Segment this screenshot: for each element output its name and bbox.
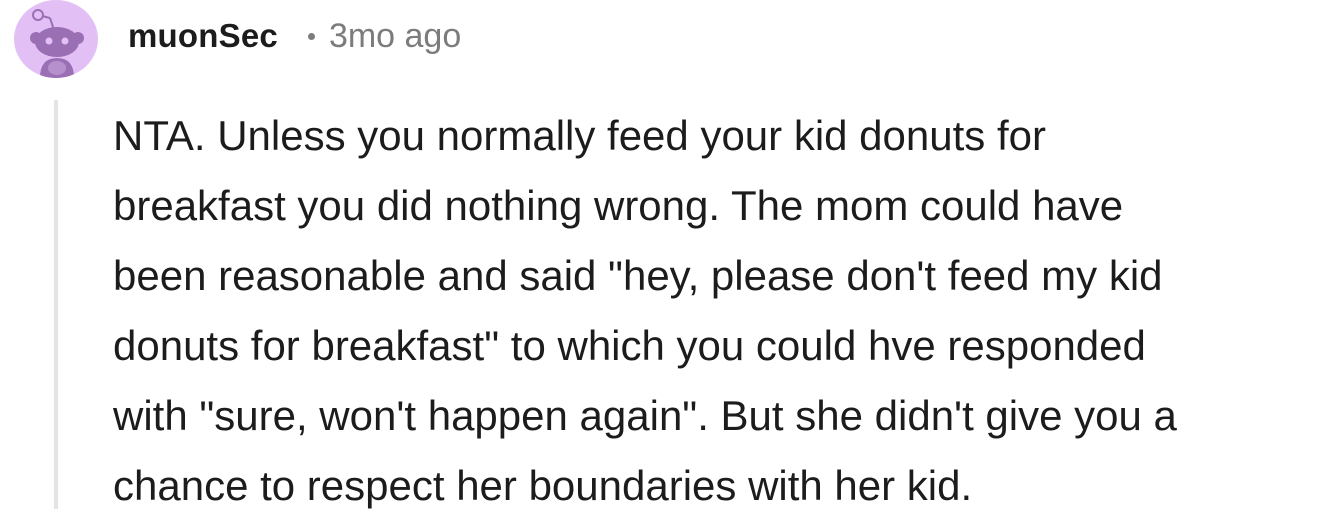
comment-body: NTA. Unless you normally feed your kid d…	[113, 112, 1177, 509]
thread-collapse-line[interactable]	[54, 100, 58, 509]
comment-header: muonSec 3mo ago	[128, 12, 461, 60]
comment: muonSec 3mo ago NTA. Unless you normally…	[0, 0, 1338, 509]
snoo-avatar-icon	[30, 9, 84, 78]
comment-timestamp[interactable]: 3mo ago	[329, 17, 461, 56]
meta-separator-dot	[307, 32, 315, 40]
user-avatar[interactable]	[14, 0, 98, 78]
author-username[interactable]: muonSec	[128, 17, 278, 55]
